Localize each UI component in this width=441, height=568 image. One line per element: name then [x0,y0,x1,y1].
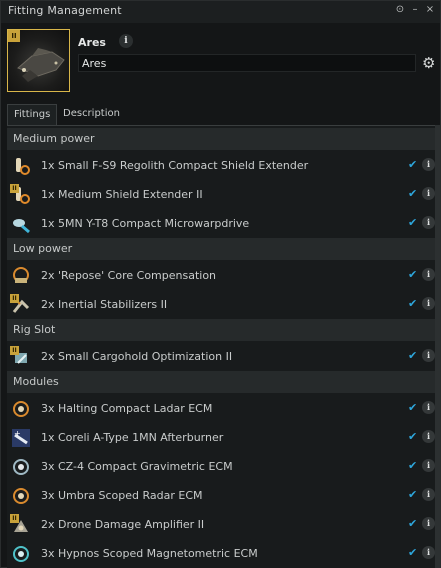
tab-description[interactable]: Description [57,104,129,126]
tab-fittings[interactable]: Fittings [7,104,57,126]
section-header-modules[interactable]: Modules [7,371,440,393]
item-label: 1x Medium Shield Extender II [41,188,203,201]
list-item[interactable]: 3x Halting Compact Ladar ECM ✔ i [7,394,440,423]
item-label: 1x Coreli A-Type 1MN Afterburner [41,431,224,444]
item-label: 2x 'Repose' Core Compensation [41,269,217,282]
item-label: 3x Umbra Scoped Radar ECM [41,489,203,502]
ship-name: Ares [78,36,106,49]
info-icon[interactable]: i [422,349,435,362]
info-icon[interactable]: i [422,401,435,414]
ecm-icon [10,398,32,420]
check-icon: ✔ [408,459,418,472]
check-icon: ✔ [408,430,418,443]
list-item[interactable]: II 2x Drone Damage Amplifier II ✔ i [7,510,440,539]
close-icon[interactable]: × [424,4,436,15]
minimize-icon[interactable]: – [409,4,421,15]
cargohold-rig-icon: II [10,346,32,368]
info-icon[interactable]: i [422,546,435,559]
fitting-management-window: Fitting Management ⊙ – × II Ares i ⚙ Fit… [0,0,441,568]
tech-2-badge-icon: II [10,294,19,303]
scrollbar-thumb[interactable] [435,125,440,568]
info-icon[interactable]: i [422,517,435,530]
svg-text:+: + [14,429,21,438]
info-icon[interactable]: i [422,488,435,501]
check-icon: ✔ [408,297,418,310]
check-icon: ✔ [408,546,418,559]
info-icon[interactable]: i [422,216,435,229]
list-item[interactable]: 1x Small F-S9 Regolith Compact Shield Ex… [7,151,440,180]
window-settings-icon[interactable]: ⊙ [394,4,406,15]
list-item[interactable]: 3x Hypnos Scoped Magnetometric ECM ✔ i [7,539,440,568]
list-item[interactable]: 3x Umbra Scoped Radar ECM ✔ i [7,481,440,510]
check-icon: ✔ [408,401,418,414]
item-label: 1x 5MN Y-T8 Compact Microwarpdrive [41,217,250,230]
tech-2-badge-icon: II [10,184,19,193]
item-label: 2x Drone Damage Amplifier II [41,518,205,531]
shield-extender-icon: II [10,184,32,206]
tech-2-badge-icon: II [10,346,19,355]
section-title: Rig Slot [13,323,56,336]
list-item[interactable]: 3x CZ-4 Compact Gravimetric ECM ✔ i [7,452,440,481]
info-icon[interactable]: i [422,187,435,200]
list-item[interactable]: 2x 'Repose' Core Compensation ✔ i [7,261,440,290]
item-label: 3x Hypnos Scoped Magnetometric ECM [41,547,258,560]
check-icon: ✔ [408,349,418,362]
section-title: Low power [13,242,73,255]
ship-image[interactable]: II [7,29,70,92]
section-header-rig-slot[interactable]: Rig Slot [7,319,440,341]
scrollbar[interactable] [435,125,440,568]
check-icon: ✔ [408,517,418,530]
tech-2-badge-icon: II [8,30,20,42]
info-icon[interactable]: i [422,268,435,281]
fitting-list: Medium power 1x Small F-S9 Regolith Comp… [7,125,440,568]
section-title: Modules [13,375,59,388]
list-item[interactable]: 1x 5MN Y-T8 Compact Microwarpdrive ✔ i [7,209,440,238]
item-label: 2x Small Cargohold Optimization II [41,350,233,363]
check-icon: ✔ [408,158,418,171]
check-icon: ✔ [408,488,418,501]
section-header-medium-power[interactable]: Medium power [7,128,440,150]
item-label: 2x Inertial Stabilizers II [41,298,168,311]
inertial-stabilizer-icon: II [10,294,32,316]
fitting-name-input[interactable] [78,54,416,72]
info-icon[interactable]: i [422,430,435,443]
tech-2-badge-icon: II [10,514,19,523]
list-item[interactable]: II 2x Inertial Stabilizers II ✔ i [7,290,440,319]
list-item[interactable]: + 1x Coreli A-Type 1MN Afterburner ✔ i [7,423,440,452]
shield-extender-icon [10,155,32,177]
gear-icon[interactable]: ⚙ [422,54,435,72]
drone-damage-amplifier-icon: II [10,514,32,536]
section-title: Medium power [13,132,95,145]
info-icon[interactable]: i [422,297,435,310]
window-title: Fitting Management [8,4,122,17]
ship-info-icon[interactable]: i [119,34,133,48]
ecm-icon [10,485,32,507]
info-icon[interactable]: i [422,158,435,171]
afterburner-icon: + [10,427,32,449]
list-item[interactable]: II 2x Small Cargohold Optimization II ✔ … [7,342,440,371]
ecm-icon [10,456,32,478]
item-label: 3x Halting Compact Ladar ECM [41,402,213,415]
item-label: 1x Small F-S9 Regolith Compact Shield Ex… [41,159,309,172]
item-label: 3x CZ-4 Compact Gravimetric ECM [41,460,233,473]
list-item[interactable]: II 1x Medium Shield Extender II ✔ i [7,180,440,209]
core-compensation-icon [10,265,32,287]
microwarpdrive-icon [10,213,32,235]
check-icon: ✔ [408,268,418,281]
check-icon: ✔ [408,216,418,229]
ecm-icon [10,543,32,565]
title-bar[interactable]: Fitting Management ⊙ – × [1,1,440,23]
info-icon[interactable]: i [422,459,435,472]
check-icon: ✔ [408,187,418,200]
section-header-low-power[interactable]: Low power [7,238,440,260]
